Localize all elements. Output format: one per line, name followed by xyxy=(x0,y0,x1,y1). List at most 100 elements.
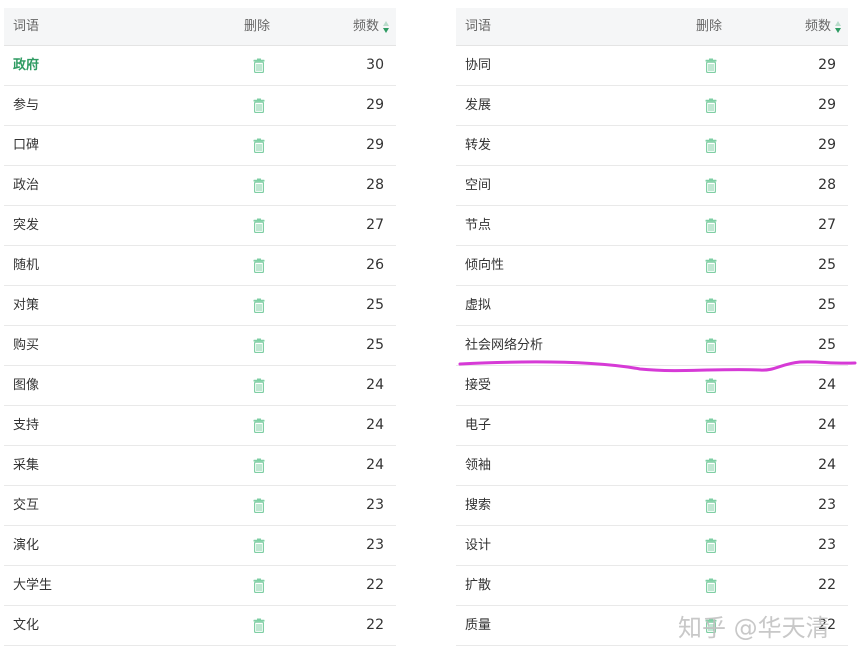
trash-icon[interactable] xyxy=(705,458,717,473)
table-row: 发展 29 xyxy=(456,86,848,126)
word-cell[interactable]: 对策 xyxy=(13,286,39,325)
word-cell[interactable]: 空间 xyxy=(465,166,491,205)
trash-icon[interactable] xyxy=(253,418,265,433)
table-row: 节点 27 xyxy=(456,206,848,246)
table-row: 领袖 24 xyxy=(456,446,848,486)
word-cell[interactable]: 大学生 xyxy=(13,566,52,605)
trash-icon[interactable] xyxy=(705,338,717,353)
trash-icon[interactable] xyxy=(253,298,265,313)
frequency-cell: 28 xyxy=(818,177,836,193)
word-cell[interactable]: 节点 xyxy=(465,206,491,245)
word-cell[interactable]: 社会网络分析 xyxy=(465,326,543,365)
trash-icon[interactable] xyxy=(705,418,717,433)
word-cell[interactable]: 质量 xyxy=(465,606,491,645)
word-cell[interactable]: 电子 xyxy=(465,406,491,445)
trash-icon[interactable] xyxy=(705,58,717,73)
frequency-label: 频数 xyxy=(352,19,379,34)
frequency-cell: 22 xyxy=(818,577,836,593)
table-row: 突发 27 xyxy=(4,206,396,246)
column-header-delete: 删除 xyxy=(244,19,271,34)
frequency-cell: 24 xyxy=(818,457,836,473)
frequency-cell: 28 xyxy=(366,177,384,193)
frequency-cell: 22 xyxy=(366,617,384,633)
frequency-cell: 30 xyxy=(366,57,384,73)
table-row: 采集 24 xyxy=(4,446,396,486)
frequency-cell: 24 xyxy=(366,377,384,393)
word-cell[interactable]: 突发 xyxy=(13,206,39,245)
trash-icon[interactable] xyxy=(253,258,265,273)
table-row: 口碑 29 xyxy=(4,126,396,166)
word-cell[interactable]: 口碑 xyxy=(13,126,39,165)
word-cell[interactable]: 演化 xyxy=(13,526,39,565)
trash-icon[interactable] xyxy=(705,98,717,113)
trash-icon[interactable] xyxy=(705,178,717,193)
trash-icon[interactable] xyxy=(705,378,717,393)
frequency-cell: 25 xyxy=(366,337,384,353)
table-body: 政府 30 参与 29 口碑 29 政治 28 突发 27 随机 26 对策 25 购买 25 图像 24 支持 24… xyxy=(4,46,396,646)
trash-icon[interactable] xyxy=(253,98,265,113)
frequency-cell: 27 xyxy=(818,217,836,233)
trash-icon[interactable] xyxy=(705,538,717,553)
trash-icon[interactable] xyxy=(253,578,265,593)
frequency-cell: 23 xyxy=(818,537,836,553)
trash-icon[interactable] xyxy=(705,498,717,513)
sort-icon[interactable] xyxy=(834,20,842,34)
table-row: 搜索 23 xyxy=(456,486,848,526)
table-header: 词语 删除 频数 xyxy=(456,8,848,46)
left-word-table: 词语 删除 频数 政府 30 参与 29 口碑 29 政治 28 突发 27 随机 26 对策 25 购买 2… xyxy=(4,8,396,646)
word-cell[interactable]: 随机 xyxy=(13,246,39,285)
word-cell[interactable]: 设计 xyxy=(465,526,491,565)
word-cell[interactable]: 协同 xyxy=(465,46,491,85)
word-cell[interactable]: 领袖 xyxy=(465,446,491,485)
trash-icon[interactable] xyxy=(253,498,265,513)
word-cell[interactable]: 发展 xyxy=(465,86,491,125)
trash-icon[interactable] xyxy=(253,218,265,233)
word-cell[interactable]: 虚拟 xyxy=(465,286,491,325)
table-row: 交互 23 xyxy=(4,486,396,526)
table-row: 图像 24 xyxy=(4,366,396,406)
frequency-cell: 29 xyxy=(366,97,384,113)
word-cell[interactable]: 交互 xyxy=(13,486,39,525)
table-row: 政府 30 xyxy=(4,46,396,86)
frequency-cell: 23 xyxy=(366,497,384,513)
frequency-cell: 24 xyxy=(818,417,836,433)
word-cell[interactable]: 政治 xyxy=(13,166,39,205)
table-row: 文化 22 xyxy=(4,606,396,646)
right-word-table: 词语 删除 频数 协同 29 发展 29 转发 29 空间 28 节点 27 倾向性 25 虚拟 25 社会… xyxy=(456,8,848,646)
trash-icon[interactable] xyxy=(253,378,265,393)
column-header-frequency[interactable]: 频数 xyxy=(353,8,390,46)
word-cell[interactable]: 图像 xyxy=(13,366,39,405)
trash-icon[interactable] xyxy=(705,218,717,233)
frequency-cell: 29 xyxy=(818,137,836,153)
trash-icon[interactable] xyxy=(253,58,265,73)
word-cell[interactable]: 文化 xyxy=(13,606,39,645)
column-header-word: 词语 xyxy=(465,19,492,34)
trash-icon[interactable] xyxy=(253,338,265,353)
word-cell[interactable]: 接受 xyxy=(465,366,491,405)
frequency-cell: 24 xyxy=(366,457,384,473)
word-cell[interactable]: 转发 xyxy=(465,126,491,165)
trash-icon[interactable] xyxy=(705,258,717,273)
frequency-cell: 29 xyxy=(366,137,384,153)
table-row: 空间 28 xyxy=(456,166,848,206)
trash-icon[interactable] xyxy=(705,578,717,593)
trash-icon[interactable] xyxy=(253,458,265,473)
word-cell[interactable]: 扩散 xyxy=(465,566,491,605)
word-cell[interactable]: 参与 xyxy=(13,86,39,125)
word-cell[interactable]: 搜索 xyxy=(465,486,491,525)
trash-icon[interactable] xyxy=(253,538,265,553)
word-cell[interactable]: 购买 xyxy=(13,326,39,365)
trash-icon[interactable] xyxy=(705,298,717,313)
trash-icon[interactable] xyxy=(705,138,717,153)
trash-icon[interactable] xyxy=(253,138,265,153)
frequency-cell: 25 xyxy=(818,257,836,273)
word-cell[interactable]: 倾向性 xyxy=(465,246,504,285)
trash-icon[interactable] xyxy=(253,178,265,193)
trash-icon[interactable] xyxy=(253,618,265,633)
word-cell[interactable]: 支持 xyxy=(13,406,39,445)
word-cell[interactable]: 采集 xyxy=(13,446,39,485)
table-body: 协同 29 发展 29 转发 29 空间 28 节点 27 倾向性 25 虚拟 25 社会网络分析 25 接受 2… xyxy=(456,46,848,646)
word-cell[interactable]: 政府 xyxy=(13,46,39,85)
sort-icon[interactable] xyxy=(382,20,390,34)
column-header-frequency[interactable]: 频数 xyxy=(805,8,842,46)
